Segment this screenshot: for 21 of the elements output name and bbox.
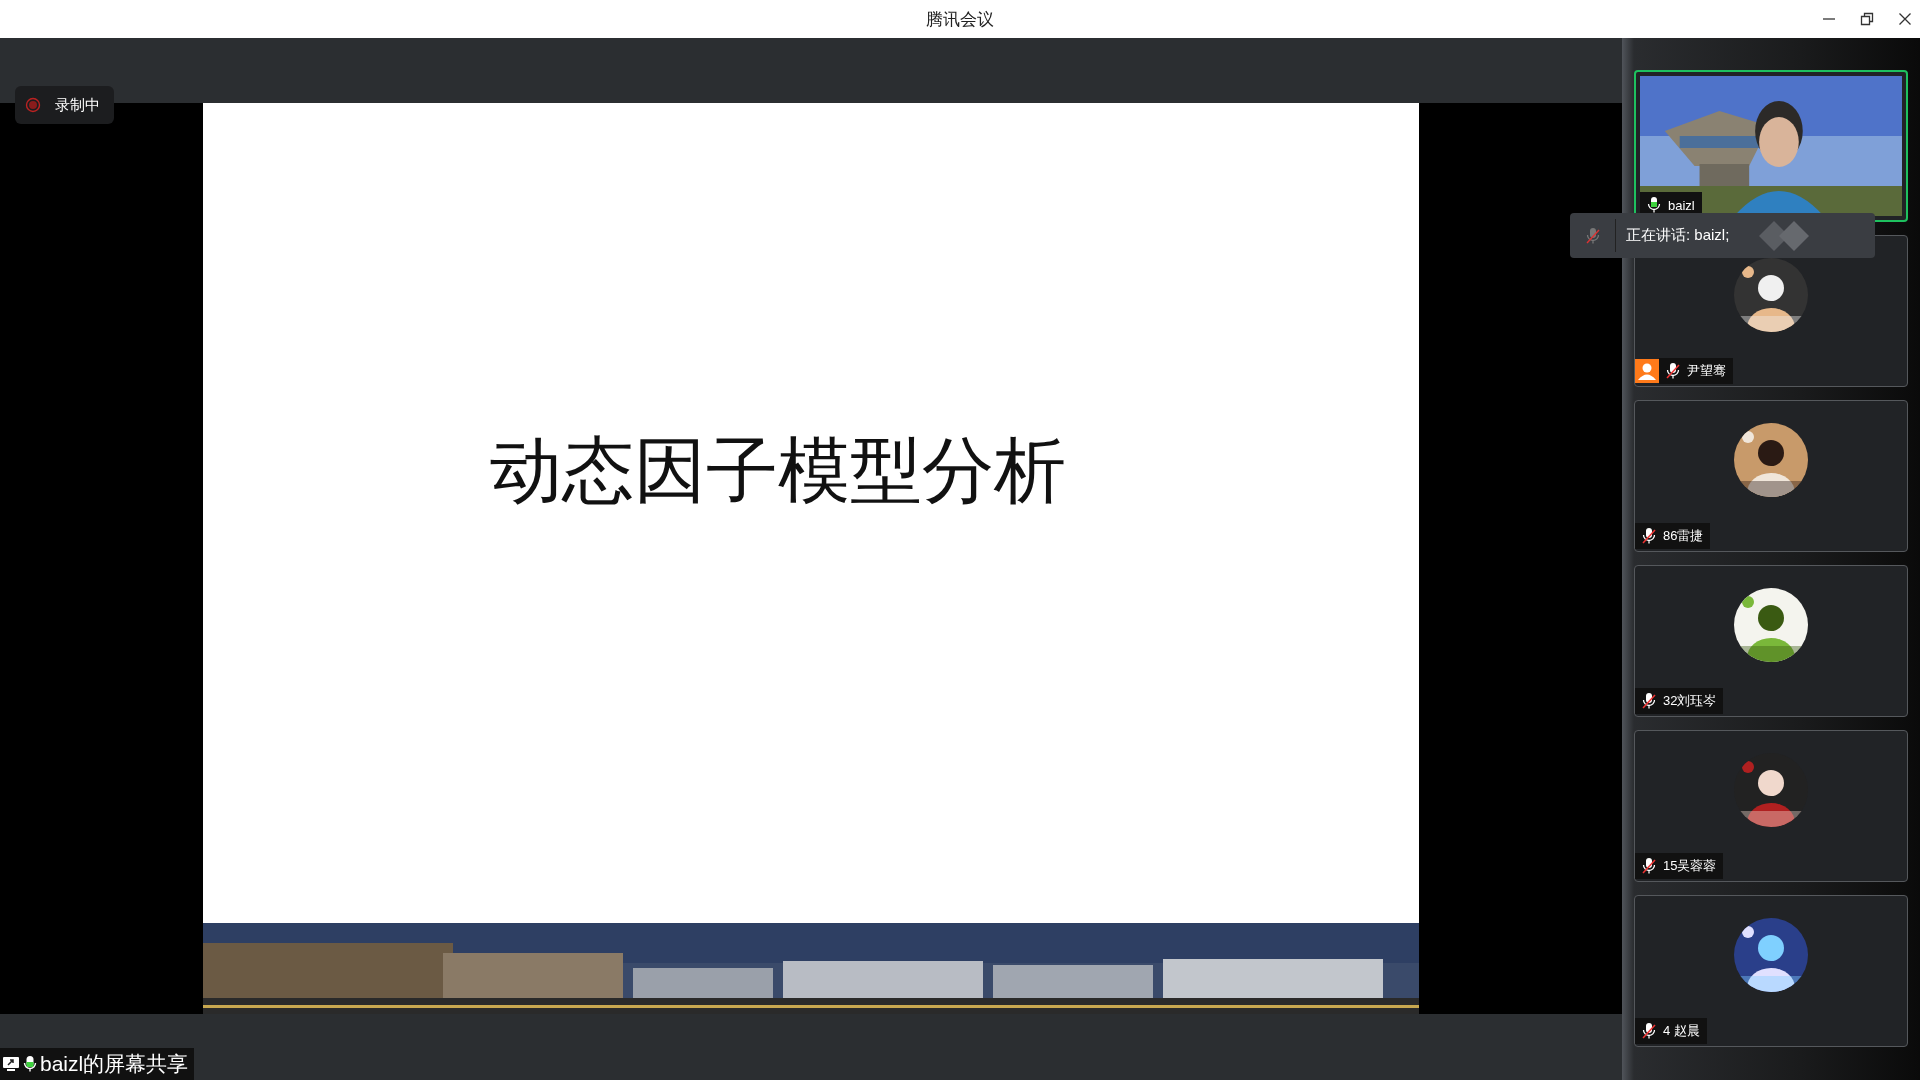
participant-tile[interactable]: 15吴蓉蓉 — [1634, 730, 1908, 882]
participant-tile[interactable]: 4 赵晨 — [1634, 895, 1908, 1047]
mic-icon — [23, 1055, 37, 1073]
window-title: 腾讯会议 — [926, 8, 994, 31]
participant-tile[interactable]: baizl — [1634, 70, 1908, 222]
participant-tile[interactable]: 32刘珏岑 — [1634, 565, 1908, 717]
close-icon[interactable] — [1898, 12, 1912, 26]
participant-name: baizl — [1668, 197, 1695, 213]
participant-name: 15吴蓉蓉 — [1663, 857, 1717, 875]
slide-title: 动态因子模型分析 — [490, 427, 1066, 513]
restore-icon[interactable] — [1860, 12, 1874, 26]
muted-mic-icon — [1584, 226, 1601, 245]
participant-name: 4 赵晨 — [1663, 1022, 1700, 1040]
participant-name: 86雷捷 — [1663, 527, 1704, 545]
record-icon — [25, 97, 41, 113]
participant-name: 尹望骞 — [1687, 362, 1726, 380]
screen-share-icon — [2, 1056, 20, 1072]
screen-share-label: baizl的屏幕共享 — [40, 1051, 189, 1077]
participant-name: 32刘珏岑 — [1663, 692, 1717, 710]
recording-label: 录制中 — [55, 95, 100, 115]
participant-tile[interactable]: 86雷捷 — [1634, 400, 1908, 552]
